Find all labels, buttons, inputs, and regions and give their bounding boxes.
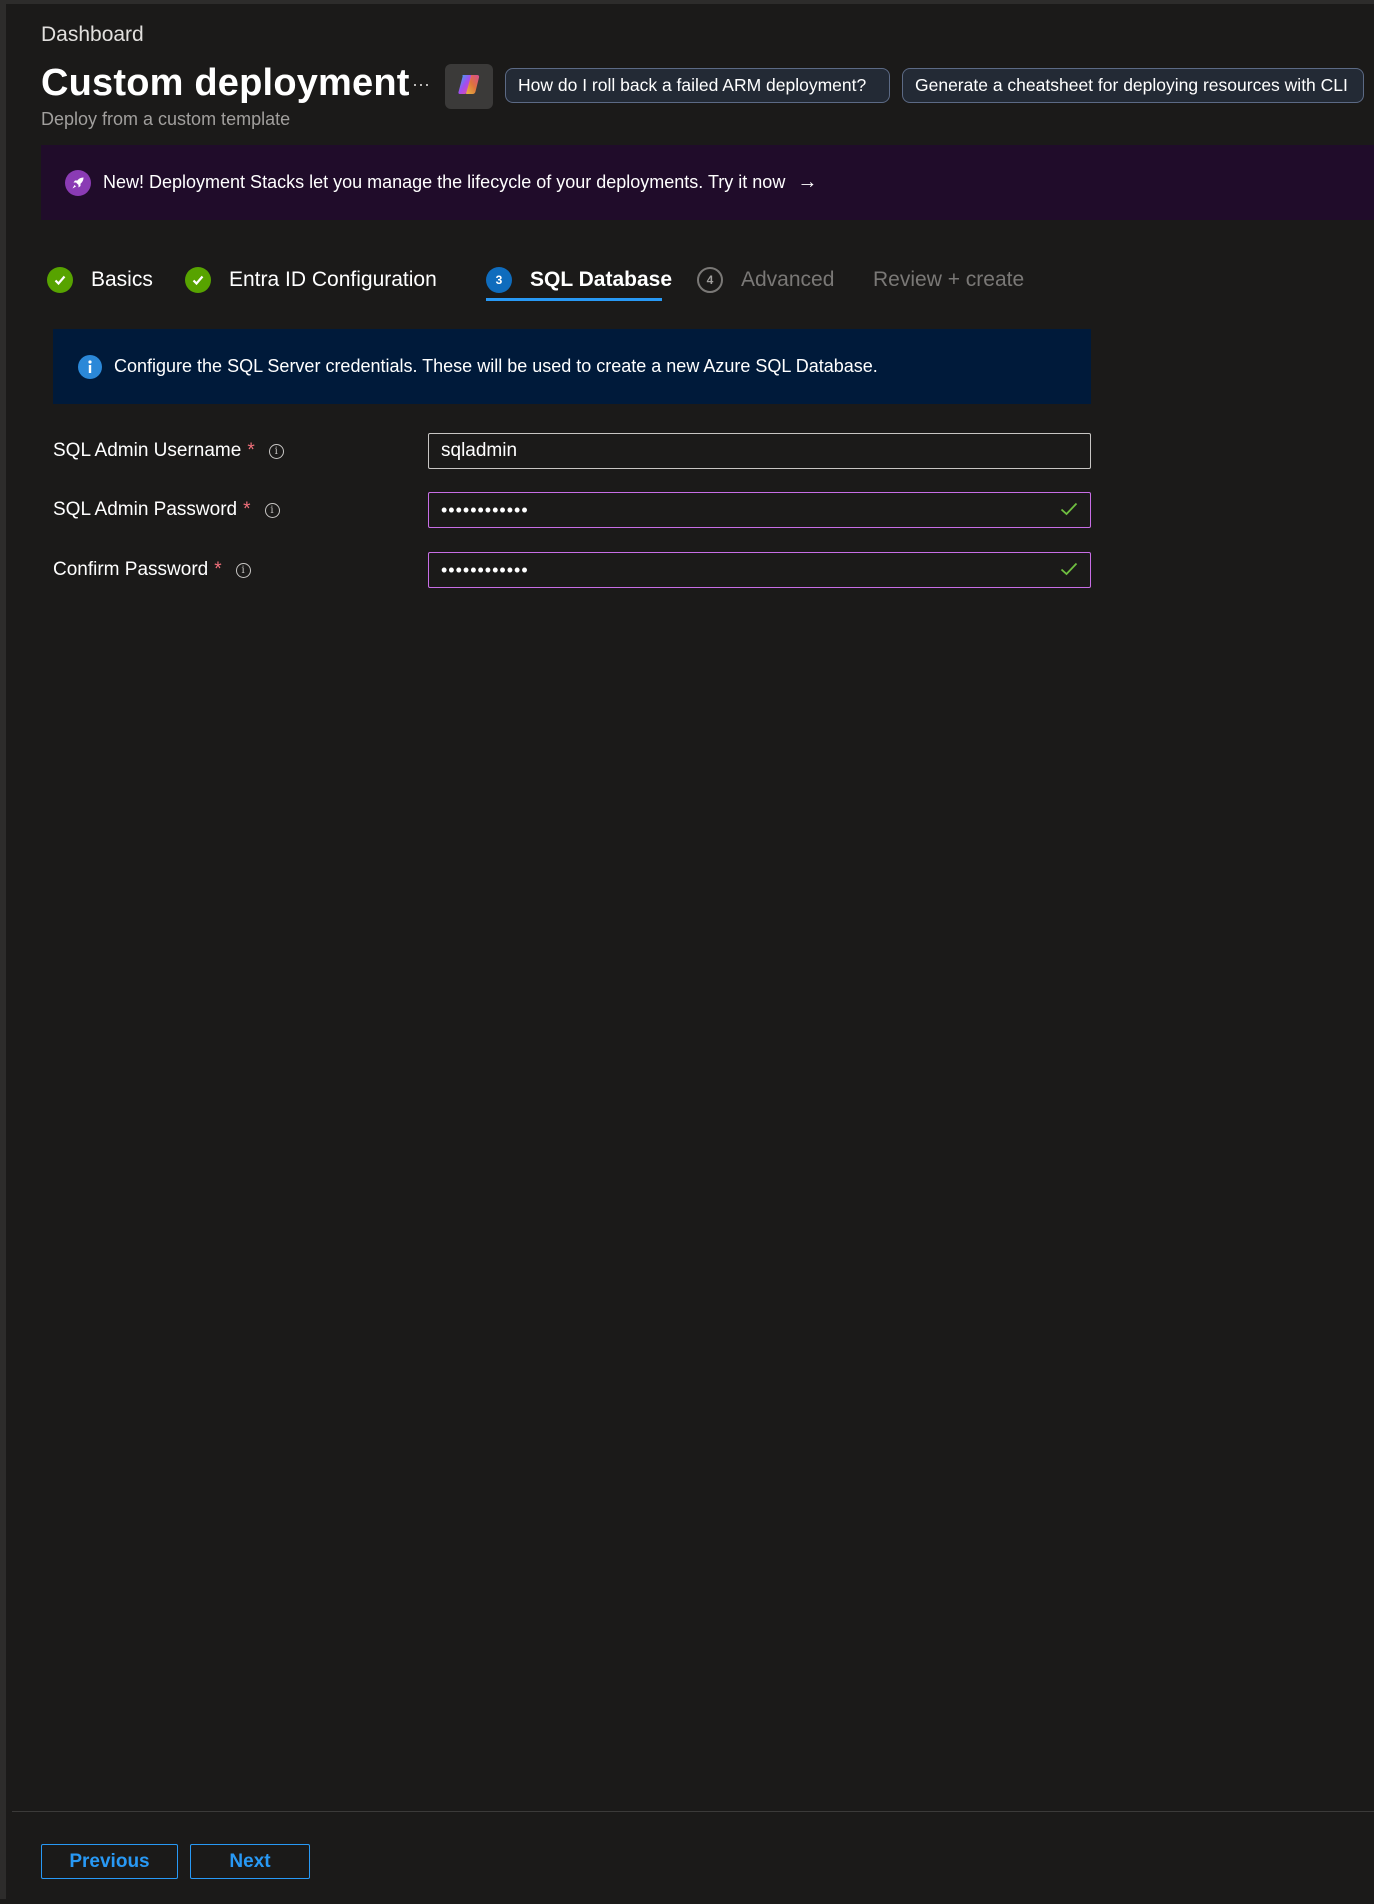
info-message: Configure the SQL Server credentials. Th…: [53, 329, 1091, 404]
label-text: Confirm Password: [53, 559, 209, 580]
suggestion-chip-rollback[interactable]: How do I roll back a failed ARM deployme…: [505, 68, 890, 103]
required-marker: *: [214, 559, 222, 580]
page-subtitle: Deploy from a custom template: [41, 109, 291, 129]
checkmark-circle-icon: [47, 267, 73, 293]
info-tooltip-icon[interactable]: i: [264, 502, 280, 518]
input-value: ••••••••••••: [441, 559, 529, 580]
deployment-stacks-banner: New! Deployment Stacks let you manage th…: [41, 145, 1374, 220]
sql-admin-username-row: SQL Admin Username * i sqladmin: [53, 433, 1093, 470]
tab-entra-id-configuration[interactable]: Entra ID Configuration: [185, 256, 437, 304]
page-title: Custom deployment: [41, 62, 410, 104]
tab-label: Entra ID Configuration: [229, 268, 437, 291]
required-marker: *: [247, 440, 255, 461]
input-value: ••••••••••••: [441, 499, 529, 520]
page-frame: Dashboard Custom deployment Deploy from …: [0, 0, 1374, 1904]
more-options-button[interactable]: ···: [408, 71, 434, 97]
tab-sql-database[interactable]: 3 SQL Database: [486, 256, 672, 304]
wizard-tabs: Basics Entra ID Configuration 3 SQL Data…: [6, 256, 1374, 306]
step-number-icon: 4: [697, 267, 723, 293]
valid-check-icon: [1060, 559, 1078, 582]
copilot-icon: [456, 71, 482, 102]
info-text: Configure the SQL Server credentials. Th…: [114, 356, 878, 376]
copilot-button[interactable]: [445, 64, 493, 109]
label-text: SQL Admin Username: [53, 440, 242, 461]
tab-label: Advanced: [741, 268, 835, 291]
sql-admin-username-label: SQL Admin Username * i: [53, 440, 284, 462]
confirm-password-row: Confirm Password * i ••••••••••••: [53, 552, 1093, 589]
previous-button[interactable]: Previous: [41, 1844, 178, 1879]
input-value: sqladmin: [441, 440, 518, 461]
tab-review-create[interactable]: Review + create: [873, 256, 1024, 304]
banner-text[interactable]: New! Deployment Stacks let you manage th…: [103, 172, 785, 193]
valid-check-icon: [1060, 499, 1078, 522]
arrow-right-icon[interactable]: →: [797, 171, 817, 194]
confirm-password-input[interactable]: ••••••••••••: [428, 552, 1091, 588]
breadcrumb[interactable]: Dashboard: [41, 23, 144, 47]
rocket-icon: [65, 169, 91, 196]
tab-label: Basics: [91, 268, 153, 291]
checkmark-circle-icon: [185, 267, 211, 293]
sql-admin-password-label: SQL Admin Password * i: [53, 499, 280, 521]
label-text: SQL Admin Password: [53, 499, 238, 520]
confirm-password-label: Confirm Password * i: [53, 559, 251, 581]
info-icon: [78, 354, 102, 379]
sql-admin-password-row: SQL Admin Password * i ••••••••••••: [53, 492, 1093, 529]
suggestion-chip-cheatsheet[interactable]: Generate a cheatsheet for deploying reso…: [902, 68, 1364, 103]
next-button[interactable]: Next: [190, 1844, 310, 1879]
tab-basics[interactable]: Basics: [47, 256, 153, 304]
sql-admin-username-input[interactable]: sqladmin: [428, 433, 1091, 469]
sql-admin-password-input[interactable]: ••••••••••••: [428, 492, 1091, 528]
required-marker: *: [243, 499, 251, 520]
info-tooltip-icon[interactable]: i: [268, 443, 284, 459]
tab-advanced[interactable]: 4 Advanced: [697, 256, 834, 304]
active-tab-indicator: [486, 298, 662, 301]
tab-label: Review + create: [873, 268, 1025, 291]
info-tooltip-icon[interactable]: i: [235, 562, 251, 578]
tab-label: SQL Database: [530, 268, 673, 291]
step-number-icon: 3: [486, 267, 512, 293]
